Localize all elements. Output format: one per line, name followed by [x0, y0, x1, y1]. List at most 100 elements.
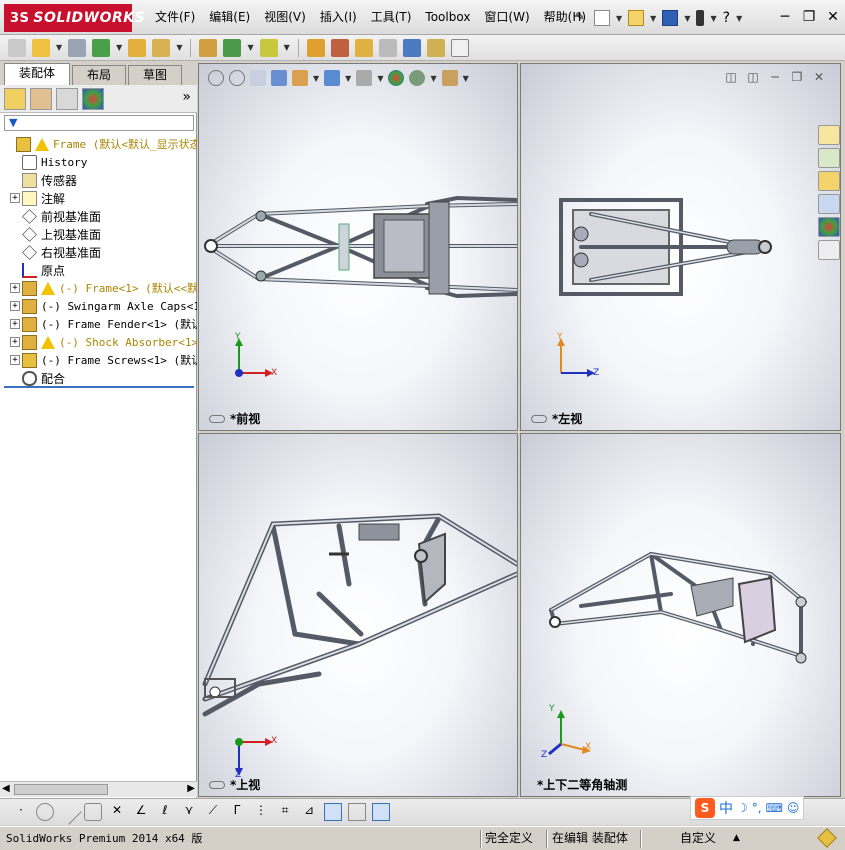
configuration-manager-icon[interactable] — [56, 87, 78, 110]
smart-fasteners-icon[interactable] — [128, 38, 147, 57]
scroll-right-icon[interactable]: ▶ — [187, 783, 195, 794]
close-icon[interactable]: ✕ — [825, 8, 841, 26]
grid-icon[interactable]: ⌗ — [276, 803, 294, 821]
rollback-bar[interactable] — [4, 386, 194, 388]
solidworks-resources-icon[interactable] — [818, 125, 840, 145]
view-settings-icon[interactable] — [441, 70, 458, 86]
tree-filter[interactable]: ▼ — [4, 115, 194, 131]
tree-item[interactable]: History — [0, 153, 197, 171]
appearances-icon[interactable] — [818, 217, 840, 237]
instant3d-icon[interactable] — [450, 38, 469, 57]
tree-item[interactable]: 原点 — [0, 261, 197, 279]
insert-component-icon[interactable] — [32, 38, 50, 57]
restore-icon[interactable]: ❐ — [801, 8, 817, 26]
traffic-light-icon[interactable] — [696, 10, 705, 26]
rebuild-dropdown-icon[interactable]: ▼ — [710, 14, 716, 23]
polygon-icon[interactable] — [84, 803, 102, 821]
expand-toggle-icon[interactable]: + — [10, 193, 20, 203]
save-dropdown-icon[interactable]: ▼ — [684, 14, 690, 23]
viewport-top[interactable]: X Z *上视 — [198, 433, 518, 797]
linear-pattern-icon[interactable] — [92, 38, 111, 57]
units-caret-icon[interactable]: ▲ — [733, 830, 740, 848]
new-document-icon[interactable] — [594, 10, 610, 26]
tile-horizontal-icon[interactable]: ◫ — [724, 70, 738, 84]
dynamic-annotation-icon[interactable] — [292, 70, 308, 86]
view-palette-icon[interactable] — [818, 194, 840, 214]
previous-view-icon[interactable] — [250, 70, 266, 86]
viewport-minimize-icon[interactable]: ─ — [768, 70, 782, 84]
move-component-icon[interactable] — [152, 38, 171, 57]
features-dropdown-icon[interactable]: ▼ — [247, 43, 253, 52]
status-units[interactable]: 自定义 — [680, 830, 716, 848]
new-dropdown-icon[interactable]: ▼ — [616, 14, 622, 23]
more-tabs-icon[interactable]: » — [182, 89, 191, 105]
shaded-display-icon[interactable] — [324, 803, 342, 821]
tab-assembly[interactable]: 装配体 — [4, 63, 71, 85]
tree-item[interactable]: + (-) Frame<1> (默认<<默认 — [0, 279, 197, 297]
construction-icon[interactable]: ⟋ — [204, 803, 222, 821]
scroll-left-icon[interactable]: ◀ — [2, 783, 10, 794]
menu-tools[interactable]: 工具(T) — [364, 0, 419, 35]
expand-toggle-icon[interactable]: + — [10, 355, 20, 365]
offset-icon[interactable]: ⋎ — [180, 803, 198, 821]
keyboard-icon[interactable]: ⌨ — [766, 801, 783, 815]
feature-manager-icon[interactable] — [4, 87, 26, 110]
view-orientation-dropdown-icon[interactable]: ▼ — [313, 74, 319, 83]
expand-toggle-icon[interactable]: + — [10, 319, 20, 329]
interference-detection-icon[interactable] — [402, 38, 421, 57]
menu-file[interactable]: 文件(F) — [148, 0, 202, 35]
apply-scene-icon[interactable] — [409, 70, 426, 86]
display-manager-icon[interactable] — [82, 87, 104, 110]
show-hidden-icon[interactable] — [199, 38, 218, 57]
measure-icon[interactable]: ⊿ — [300, 803, 318, 821]
minimize-icon[interactable]: ─ — [777, 8, 793, 26]
punctuation-icon[interactable]: °, — [752, 801, 762, 815]
tree-item[interactable]: + 注解 — [0, 189, 197, 207]
ime-language[interactable]: 中 — [719, 798, 733, 818]
menu-view[interactable]: 视图(V) — [257, 0, 313, 35]
mirror-icon[interactable]: ℓ — [156, 803, 174, 821]
tab-sketch[interactable]: 草图 — [128, 65, 183, 85]
viewport-left[interactable]: Y Z *左视 — [520, 63, 841, 431]
expand-toggle-icon[interactable]: + — [10, 337, 20, 347]
exploded-view-icon[interactable] — [354, 38, 373, 57]
tree-item[interactable]: + (-) Frame Fender<1> (默认 — [0, 315, 197, 333]
zoom-to-area-icon[interactable] — [229, 70, 245, 86]
save-icon[interactable] — [662, 10, 679, 26]
design-library-icon[interactable] — [818, 148, 840, 168]
link-views-icon[interactable] — [209, 780, 225, 789]
tree-item[interactable]: 配合 — [0, 369, 197, 387]
open-folder-icon[interactable] — [628, 10, 645, 26]
display-style-icon[interactable] — [324, 70, 341, 86]
scrollbar-thumb[interactable] — [14, 784, 108, 795]
menu-insert[interactable]: 插入(I) — [313, 0, 364, 35]
move-dropdown-icon[interactable]: ▼ — [176, 43, 182, 52]
explode-line-sketch-icon[interactable] — [378, 38, 397, 57]
circle-icon[interactable] — [36, 803, 54, 821]
four-view-icon[interactable] — [372, 803, 390, 821]
scene-dropdown-icon[interactable]: ▼ — [430, 74, 436, 83]
line-icon[interactable] — [56, 799, 82, 825]
custom-properties-icon[interactable] — [818, 240, 840, 260]
hide-show-items-icon[interactable] — [356, 70, 373, 86]
help-icon[interactable]: ? — [723, 10, 730, 26]
pushpin-icon[interactable]: ✎ — [572, 10, 588, 26]
solidworks-logo[interactable]: 3S SOLIDWORKS — [4, 4, 145, 32]
assembly-features-icon[interactable] — [223, 38, 242, 57]
clearance-verification-icon[interactable] — [426, 38, 445, 57]
user-icon[interactable]: ☺ — [787, 801, 800, 815]
file-explorer-icon[interactable] — [818, 171, 840, 191]
link-views-icon[interactable] — [209, 414, 225, 423]
extend-icon[interactable]: ∠ — [132, 803, 150, 821]
tree-item[interactable]: 传感器 — [0, 171, 197, 189]
edit-appearance-icon[interactable] — [388, 70, 405, 86]
moon-icon[interactable]: ☽ — [737, 801, 748, 815]
help-dropdown-icon[interactable]: ▼ — [736, 14, 742, 23]
zoom-to-fit-icon[interactable] — [208, 70, 224, 86]
sogou-logo-icon[interactable]: S — [695, 798, 715, 818]
tree-item[interactable]: + (-) Frame Screws<1> (默认 — [0, 351, 197, 369]
tag-icon[interactable] — [817, 828, 837, 848]
new-motion-study-icon[interactable] — [306, 38, 325, 57]
tree-item[interactable]: Frame (默认<默认_显示状态 — [0, 135, 197, 153]
viewport-front[interactable]: Y X *前视 — [198, 63, 518, 431]
